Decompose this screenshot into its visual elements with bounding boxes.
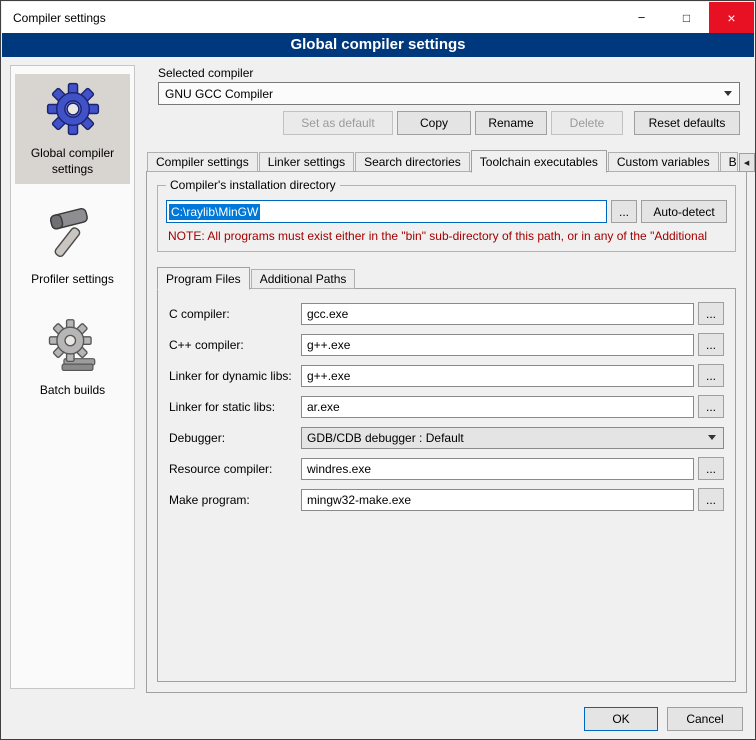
form-row: Debugger: GDB/CDB debugger : Default	[169, 426, 724, 449]
close-button[interactable]: ×	[709, 2, 754, 33]
resource-compiler-input[interactable]: windres.exe	[301, 458, 694, 480]
field-value: gcc.exe	[307, 307, 348, 321]
cpp-compiler-browse-button[interactable]: ...	[698, 333, 724, 356]
dynamic-linker-label: Linker for dynamic libs:	[169, 369, 301, 383]
gear-gray-icon	[44, 317, 102, 378]
tab-build-options[interactable]: Buil	[720, 152, 738, 172]
delete-button[interactable]: Delete	[551, 111, 623, 135]
cpp-compiler-input[interactable]: g++.exe	[301, 334, 694, 356]
toolchain-tab-page: Compiler's installation directory C:\ray…	[146, 171, 747, 693]
window-title: Compiler settings	[2, 11, 619, 25]
chevron-down-icon	[708, 435, 716, 440]
resource-compiler-label: Resource compiler:	[169, 462, 301, 476]
installation-directory-row: C:\raylib\MinGW ... Auto-detect	[166, 200, 727, 223]
program-files-panel: C compiler: gcc.exe ... C++ compiler: g+…	[157, 288, 736, 682]
field-value: g++.exe	[307, 369, 350, 383]
form-row: Linker for dynamic libs: g++.exe ...	[169, 364, 724, 387]
dynamic-linker-input[interactable]: g++.exe	[301, 365, 694, 387]
c-compiler-browse-button[interactable]: ...	[698, 302, 724, 325]
tab-custom-variables[interactable]: Custom variables	[608, 152, 719, 172]
main-tabstrip: Compiler settings Linker settings Search…	[147, 149, 746, 172]
resource-compiler-browse-button[interactable]: ...	[698, 457, 724, 480]
titlebar: Compiler settings − □ ×	[2, 2, 754, 33]
static-linker-browse-button[interactable]: ...	[698, 395, 724, 418]
maximize-button[interactable]: □	[664, 2, 709, 33]
chevron-down-icon	[724, 91, 732, 96]
field-value: g++.exe	[307, 338, 350, 352]
debugger-label: Debugger:	[169, 431, 301, 445]
toolchain-subtabs: Program Files Additional Paths	[157, 267, 746, 289]
field-value: windres.exe	[307, 462, 371, 476]
compiler-select[interactable]: GNU GCC Compiler	[158, 82, 740, 105]
form-row: C compiler: gcc.exe ...	[169, 302, 724, 325]
form-row: Make program: mingw32-make.exe ...	[169, 488, 724, 511]
make-program-browse-button[interactable]: ...	[698, 488, 724, 511]
reset-defaults-button[interactable]: Reset defaults	[634, 111, 740, 135]
gear-blue-icon	[44, 80, 102, 141]
c-compiler-input[interactable]: gcc.exe	[301, 303, 694, 325]
installation-note: NOTE: All programs must exist either in …	[168, 229, 725, 243]
installation-directory-group-title: Compiler's installation directory	[166, 178, 340, 192]
tab-scroll-arrows: ◀ ▶	[739, 153, 756, 172]
category-sidebar: Global compiler settings Profiler settin…	[10, 65, 135, 689]
c-compiler-label: C compiler:	[169, 307, 301, 321]
set-as-default-button[interactable]: Set as default	[283, 111, 393, 135]
spacer	[158, 111, 279, 135]
form-row: Resource compiler: windres.exe ...	[169, 457, 724, 480]
dialog-header: Global compiler settings	[2, 33, 754, 57]
debugger-select[interactable]: GDB/CDB debugger : Default	[301, 427, 724, 449]
installation-directory-input[interactable]: C:\raylib\MinGW	[166, 200, 607, 223]
debugger-select-value: GDB/CDB debugger : Default	[307, 431, 464, 445]
tab-search-directories[interactable]: Search directories	[355, 152, 470, 172]
ok-button[interactable]: OK	[584, 707, 658, 731]
dynamic-linker-browse-button[interactable]: ...	[698, 364, 724, 387]
tab-toolchain-executables[interactable]: Toolchain executables	[471, 150, 607, 173]
rename-button[interactable]: Rename	[475, 111, 547, 135]
tab-compiler-settings[interactable]: Compiler settings	[147, 152, 258, 172]
selected-compiler-label: Selected compiler	[158, 66, 253, 80]
static-linker-input[interactable]: ar.exe	[301, 396, 694, 418]
copy-button[interactable]: Copy	[397, 111, 471, 135]
sidebar-item-batch-builds[interactable]: Batch builds	[15, 311, 130, 406]
sidebar-item-profiler-settings[interactable]: Profiler settings	[15, 200, 130, 295]
subtab-program-files[interactable]: Program Files	[157, 267, 250, 290]
installation-directory-value: C:\raylib\MinGW	[169, 204, 260, 220]
form-row: C++ compiler: g++.exe ...	[169, 333, 724, 356]
tab-linker-settings[interactable]: Linker settings	[259, 152, 354, 172]
make-program-input[interactable]: mingw32-make.exe	[301, 489, 694, 511]
compiler-settings-dialog: { "window": { "title": "Compiler setting…	[0, 0, 756, 740]
browse-directory-button[interactable]: ...	[611, 200, 637, 223]
sidebar-item-label: Global compiler settings	[17, 146, 128, 177]
tab-scroll-left-icon[interactable]: ◀	[739, 153, 755, 172]
auto-detect-button[interactable]: Auto-detect	[641, 200, 727, 223]
sidebar-item-label: Profiler settings	[31, 272, 114, 288]
field-value: mingw32-make.exe	[307, 493, 411, 507]
static-linker-label: Linker for static libs:	[169, 400, 301, 414]
compiler-select-value: GNU GCC Compiler	[165, 87, 273, 101]
cpp-compiler-label: C++ compiler:	[169, 338, 301, 352]
field-value: ar.exe	[307, 400, 340, 414]
cancel-button[interactable]: Cancel	[667, 707, 743, 731]
installation-directory-group: Compiler's installation directory C:\ray…	[157, 185, 736, 252]
minimize-button[interactable]: −	[619, 2, 664, 33]
sidebar-item-label: Batch builds	[40, 383, 105, 399]
subtab-additional-paths[interactable]: Additional Paths	[251, 269, 356, 289]
make-program-label: Make program:	[169, 493, 301, 507]
hammer-icon	[44, 206, 102, 267]
dialog-footer: OK Cancel	[584, 707, 743, 731]
compiler-actions: Set as default Copy Rename Delete Reset …	[158, 111, 740, 135]
sidebar-item-global-compiler-settings[interactable]: Global compiler settings	[15, 74, 130, 184]
form-row: Linker for static libs: ar.exe ...	[169, 395, 724, 418]
